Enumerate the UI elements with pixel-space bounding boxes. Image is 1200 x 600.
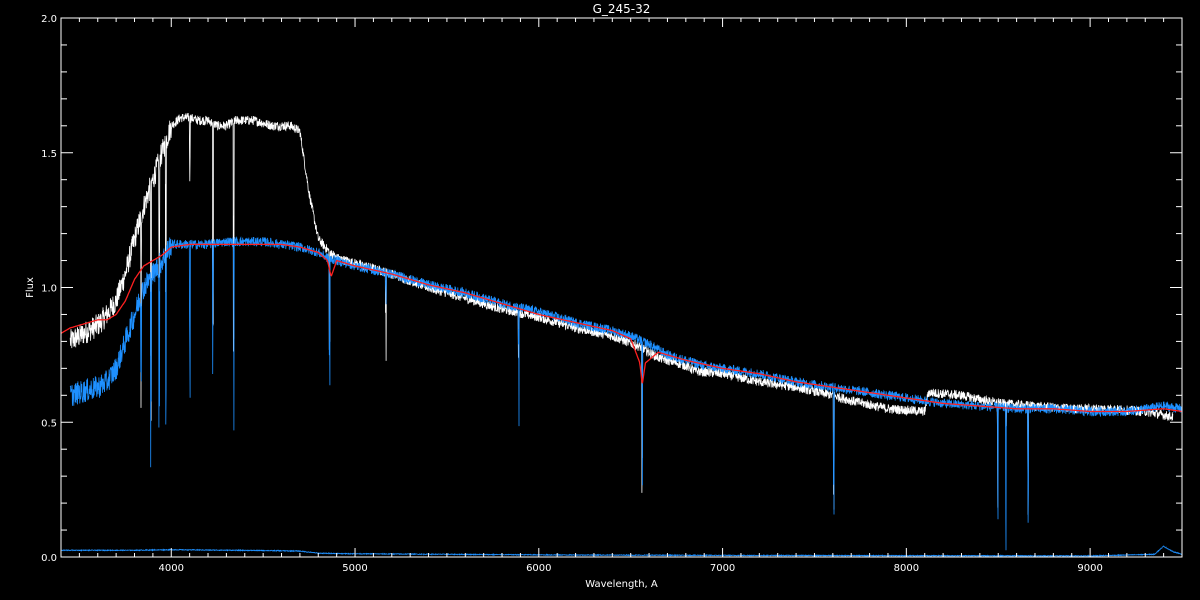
x-tick-label: 8000 (894, 563, 919, 574)
series-line-1 (69, 112, 1174, 515)
series-layer (60, 112, 1183, 558)
series-line-4 (60, 545, 1183, 558)
plot-frame (60, 17, 1183, 558)
series-line-2 (69, 236, 1183, 551)
y-axis-label: Flux (25, 277, 36, 298)
y-tick-label: 2.0 (41, 14, 57, 25)
y-tick-label: 1.5 (41, 149, 57, 160)
x-tick-label: 5000 (342, 563, 367, 574)
y-tick-label: 1.0 (41, 284, 57, 295)
y-tick-label: 0.5 (41, 418, 57, 429)
x-tick-label: 9000 (1077, 563, 1102, 574)
chart-title: G_245-32 (593, 2, 651, 16)
x-tick-label: 6000 (526, 563, 551, 574)
x-tick-label: 7000 (710, 563, 735, 574)
spectrum-plot: G_245-32 Wavelength, A Flux 4000 5000 6000… (25, 2, 1183, 590)
x-axis-label: Wavelength, A (585, 579, 658, 590)
y-tick-label: 0.0 (41, 553, 57, 564)
x-tick-label: 4000 (159, 563, 184, 574)
series-line-3 (60, 243, 1183, 413)
